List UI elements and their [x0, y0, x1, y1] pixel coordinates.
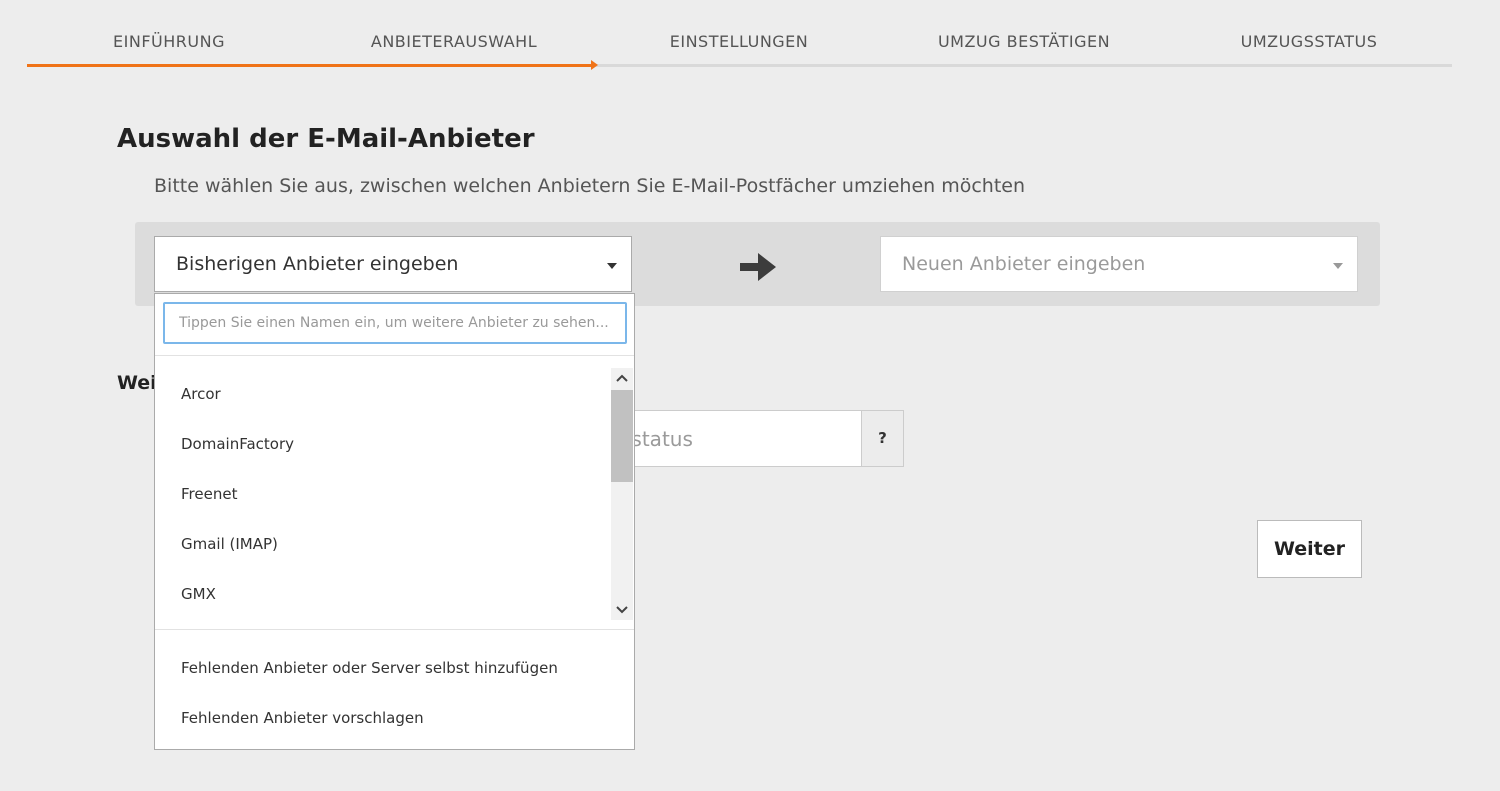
- options-scrollbar[interactable]: [611, 368, 633, 620]
- help-button[interactable]: ?: [861, 410, 904, 467]
- step-umzugsstatus[interactable]: UMZUGSSTATUS: [1209, 32, 1409, 51]
- source-provider-value: Bisherigen Anbieter eingeben: [176, 253, 459, 275]
- provider-search-field[interactable]: [163, 302, 627, 344]
- page-subtitle: Bitte wählen Sie aus, zwischen welchen A…: [154, 175, 1026, 197]
- arrow-right-icon: [740, 253, 776, 281]
- step-anbieterauswahl[interactable]: ANBIETERAUSWAHL: [354, 32, 554, 51]
- option-arcor[interactable]: Arcor: [181, 385, 221, 403]
- progress-stepper: EINFÜHRUNG ANBIETERAUSWAHL EINSTELLUNGEN…: [27, 0, 1452, 70]
- provider-dropdown: Arcor DomainFactory Freenet Gmail (IMAP)…: [154, 293, 635, 750]
- status-input[interactable]: sstatus: [600, 410, 862, 467]
- dropdown-divider: [155, 629, 634, 630]
- provider-options-list: Arcor DomainFactory Freenet Gmail (IMAP)…: [155, 369, 634, 621]
- chevron-down-icon[interactable]: [611, 600, 633, 620]
- caret-down-icon: [1333, 263, 1343, 269]
- option-gmx[interactable]: GMX: [181, 585, 216, 603]
- add-missing-provider-link[interactable]: Fehlenden Anbieter oder Server selbst hi…: [181, 659, 558, 677]
- step-einfuehrung[interactable]: EINFÜHRUNG: [69, 32, 269, 51]
- dropdown-divider: [155, 355, 634, 356]
- option-gmail-imap[interactable]: Gmail (IMAP): [181, 535, 278, 553]
- progress-arrow-icon: [591, 60, 598, 70]
- progress-track-fill: [27, 64, 593, 67]
- provider-search-input[interactable]: [165, 304, 625, 342]
- caret-down-icon: [607, 263, 617, 269]
- chevron-up-icon[interactable]: [611, 368, 633, 388]
- step-umzug-bestaetigen[interactable]: UMZUG BESTÄTIGEN: [924, 32, 1124, 51]
- source-provider-select[interactable]: Bisherigen Anbieter eingeben: [154, 236, 632, 292]
- scrollbar-thumb[interactable]: [611, 390, 633, 482]
- target-provider-select[interactable]: Neuen Anbieter eingeben: [880, 236, 1358, 292]
- option-freenet[interactable]: Freenet: [181, 485, 237, 503]
- next-button[interactable]: Weiter: [1257, 520, 1362, 578]
- page-title: Auswahl der E-Mail-Anbieter: [117, 124, 535, 154]
- suggest-missing-provider-link[interactable]: Fehlenden Anbieter vorschlagen: [181, 709, 424, 727]
- step-einstellungen[interactable]: EINSTELLUNGEN: [639, 32, 839, 51]
- target-provider-placeholder: Neuen Anbieter eingeben: [902, 253, 1146, 275]
- option-domainfactory[interactable]: DomainFactory: [181, 435, 294, 453]
